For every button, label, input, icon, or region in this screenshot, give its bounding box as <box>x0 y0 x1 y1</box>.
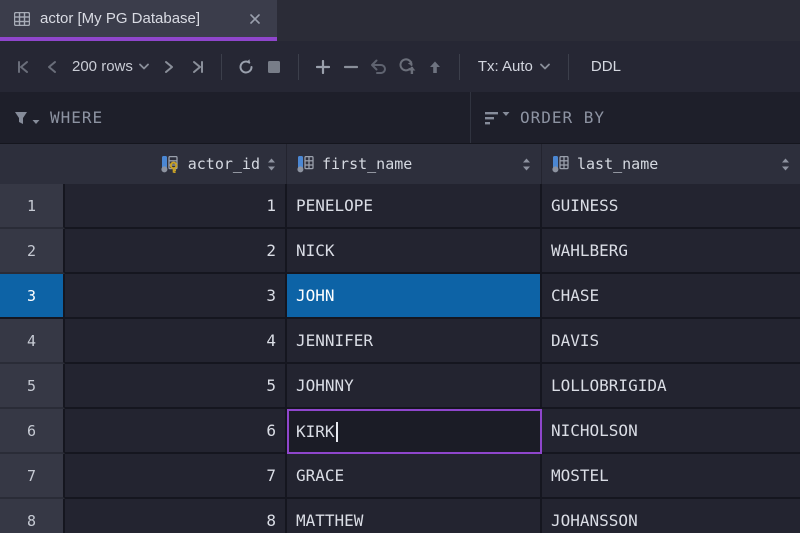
column-label: first_name <box>322 155 412 173</box>
tab-title: actor [My PG Database] <box>40 10 237 27</box>
page-size-label: 200 rows <box>72 58 133 75</box>
table-row-editing: 6 6 KIRK NICHOLSON <box>0 409 800 454</box>
next-page-button[interactable] <box>155 52 183 82</box>
grid-header-row: actor_id <box>0 144 800 184</box>
previous-page-button[interactable] <box>38 52 66 82</box>
filter-bar: WHERE ORDER BY <box>0 92 800 144</box>
last-page-button[interactable] <box>183 52 211 82</box>
cell-last-name[interactable]: JOHANSSON <box>542 499 800 533</box>
cell-actor-id[interactable]: 4 <box>65 319 287 364</box>
sort-lines-icon <box>485 111 510 125</box>
refresh-icon[interactable] <box>232 52 260 82</box>
delete-row-button[interactable] <box>337 52 365 82</box>
first-page-button[interactable] <box>10 52 38 82</box>
page-size-selector[interactable]: 200 rows <box>66 58 155 75</box>
toolbar-separator <box>221 54 222 80</box>
result-grid: actor_id <box>0 144 800 533</box>
table-row: 4 4 JENNIFER DAVIS <box>0 319 800 364</box>
gutter-header[interactable] <box>0 144 65 184</box>
close-icon[interactable] <box>247 11 263 27</box>
sort-updown-icon <box>781 158 790 171</box>
tab-actor[interactable]: actor [My PG Database] <box>0 0 277 41</box>
row-number[interactable]: 5 <box>0 364 65 409</box>
column-label: last_name <box>577 155 658 173</box>
cell-last-name[interactable]: GUINESS <box>542 184 800 229</box>
cell-actor-id[interactable]: 6 <box>65 409 287 454</box>
cell-actor-id[interactable]: 5 <box>65 364 287 409</box>
sort-updown-icon <box>522 158 531 171</box>
column-header-first-name[interactable]: first_name <box>287 144 542 184</box>
table-grid-icon <box>14 12 30 26</box>
toolbar-separator <box>298 54 299 80</box>
table-row: 7 7 GRACE MOSTEL <box>0 454 800 499</box>
tab-bar: actor [My PG Database] <box>0 0 800 41</box>
column-header-actor-id[interactable]: actor_id <box>65 144 287 184</box>
chevron-down-icon <box>540 63 550 70</box>
ddl-button[interactable]: DDL <box>581 58 631 75</box>
cell-actor-id[interactable]: 2 <box>65 229 287 274</box>
row-number[interactable]: 4 <box>0 319 65 364</box>
toolbar: 200 rows <box>0 41 800 92</box>
cell-editor-input[interactable]: KIRK <box>287 409 542 454</box>
chevron-down-icon <box>139 63 149 70</box>
tx-mode-label: Tx: Auto <box>478 58 533 75</box>
cell-actor-id[interactable]: 3 <box>65 274 287 319</box>
table-row: 1 1 PENELOPE GUINESS <box>0 184 800 229</box>
datagrip-data-editor: actor [My PG Database] 200 rows <box>0 0 800 533</box>
cell-last-name[interactable]: WAHLBERG <box>542 229 800 274</box>
key-icon <box>171 162 177 172</box>
table-row-selected: 3 3 JOHN CHASE <box>0 274 800 319</box>
table-row: 8 8 MATTHEW JOHANSSON <box>0 499 800 533</box>
add-row-button[interactable] <box>309 52 337 82</box>
tx-mode-selector[interactable]: Tx: Auto <box>470 58 558 75</box>
cell-last-name[interactable]: MOSTEL <box>542 454 800 499</box>
column-header-last-name[interactable]: last_name <box>542 144 800 184</box>
column-icon <box>552 156 570 173</box>
toolbar-separator <box>568 54 569 80</box>
cell-first-name-selected[interactable]: JOHN <box>287 274 542 319</box>
cell-last-name[interactable]: DAVIS <box>542 319 800 364</box>
cell-first-name[interactable]: PENELOPE <box>287 184 542 229</box>
column-icon <box>297 156 315 173</box>
text-caret <box>336 422 338 442</box>
row-number[interactable]: 8 <box>0 499 65 533</box>
row-number[interactable]: 6 <box>0 409 65 454</box>
cell-first-name[interactable]: MATTHEW <box>287 499 542 533</box>
order-by-label: ORDER BY <box>520 108 605 127</box>
where-label: WHERE <box>50 108 103 127</box>
cell-first-name[interactable]: JENNIFER <box>287 319 542 364</box>
stop-button[interactable] <box>260 52 288 82</box>
cell-actor-id[interactable]: 7 <box>65 454 287 499</box>
order-by-field[interactable]: ORDER BY <box>471 92 800 143</box>
toolbar-separator <box>459 54 460 80</box>
row-number[interactable]: 2 <box>0 229 65 274</box>
cell-first-name[interactable]: NICK <box>287 229 542 274</box>
revert-icon[interactable] <box>365 52 393 82</box>
cell-editor-value: KIRK <box>296 422 335 441</box>
cell-last-name[interactable]: NICHOLSON <box>542 409 800 454</box>
cell-actor-id[interactable]: 1 <box>65 184 287 229</box>
cell-first-name[interactable]: JOHNNY <box>287 364 542 409</box>
cell-first-name[interactable]: GRACE <box>287 454 542 499</box>
filter-funnel-icon <box>14 110 40 126</box>
row-number[interactable]: 1 <box>0 184 65 229</box>
cell-last-name[interactable]: LOLLOBRIGIDA <box>542 364 800 409</box>
table-row: 5 5 JOHNNY LOLLOBRIGIDA <box>0 364 800 409</box>
row-number[interactable]: 3 <box>0 274 65 319</box>
cell-last-name[interactable]: CHASE <box>542 274 800 319</box>
where-filter-field[interactable]: WHERE <box>0 92 470 143</box>
column-label: actor_id <box>188 155 260 173</box>
cell-actor-id[interactable]: 8 <box>65 499 287 533</box>
primary-key-column-icon <box>161 156 181 173</box>
table-row: 2 2 NICK WAHLBERG <box>0 229 800 274</box>
sort-updown-icon <box>267 158 276 171</box>
submit-commit-icon[interactable] <box>393 52 421 82</box>
row-number[interactable]: 7 <box>0 454 65 499</box>
commit-arrow-icon[interactable] <box>421 52 449 82</box>
